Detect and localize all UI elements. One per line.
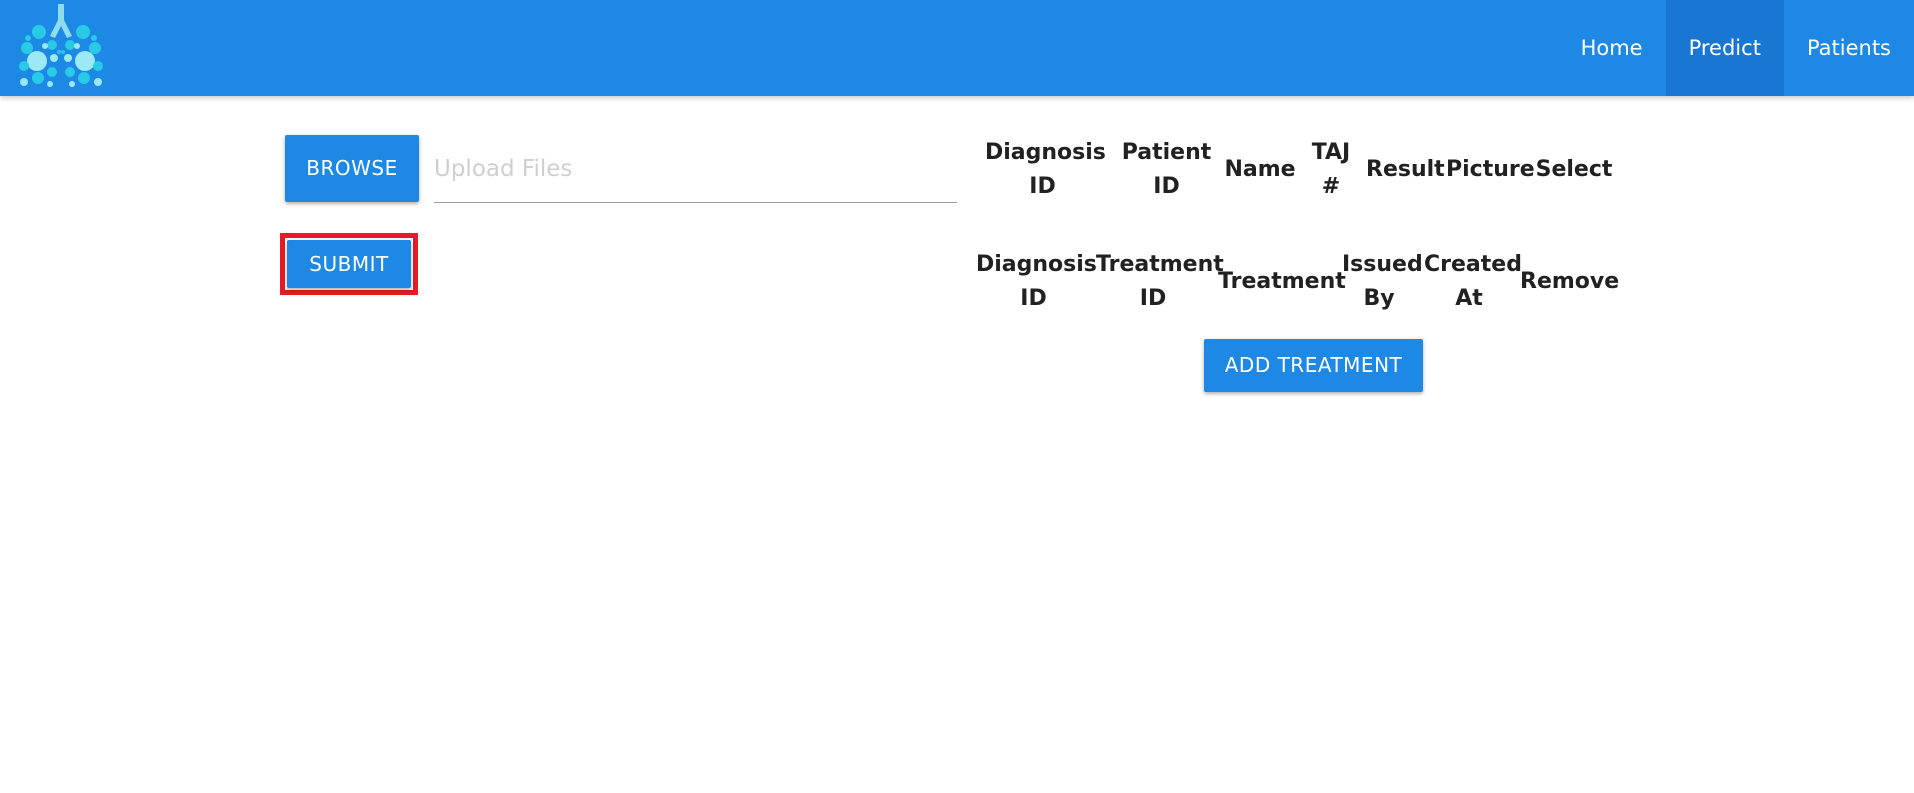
header-remove: Remove (1520, 269, 1620, 294)
header-diagnosis-id: Diagnosis ID (985, 140, 1106, 199)
upload-files-placeholder: Upload Files (434, 156, 573, 182)
nav-predict-link[interactable]: Predict (1665, 0, 1784, 96)
header-treatment-diagnosis-id: Diagnosis ID (976, 252, 1097, 311)
browse-button[interactable]: BROWSE (285, 135, 419, 202)
upload-files-input[interactable]: Upload Files (434, 135, 957, 203)
header-name: Name (1224, 157, 1296, 182)
header-patient-id: Patient ID (1121, 140, 1212, 199)
header-taj: TAJ # (1311, 140, 1351, 199)
top-navbar: Home Predict Patients (0, 0, 1914, 96)
submit-button[interactable]: SUBMIT (287, 240, 411, 288)
add-treatment-button[interactable]: ADD TREATMENT (1204, 339, 1423, 392)
header-select: Select (1535, 157, 1613, 182)
lungs-logo-icon[interactable] (12, 2, 110, 92)
header-treatment: Treatment (1218, 269, 1346, 294)
header-issued-by: Issued By (1342, 252, 1423, 311)
nav-links: Home Predict Patients (1558, 0, 1914, 96)
nav-patients-link[interactable]: Patients (1784, 0, 1914, 96)
nav-home-link[interactable]: Home (1558, 0, 1666, 96)
header-treatment-id: Treatment ID (1096, 252, 1224, 311)
header-result: Result (1366, 157, 1445, 182)
header-created-at: Created At (1424, 252, 1522, 311)
header-picture: Picture (1446, 157, 1535, 182)
